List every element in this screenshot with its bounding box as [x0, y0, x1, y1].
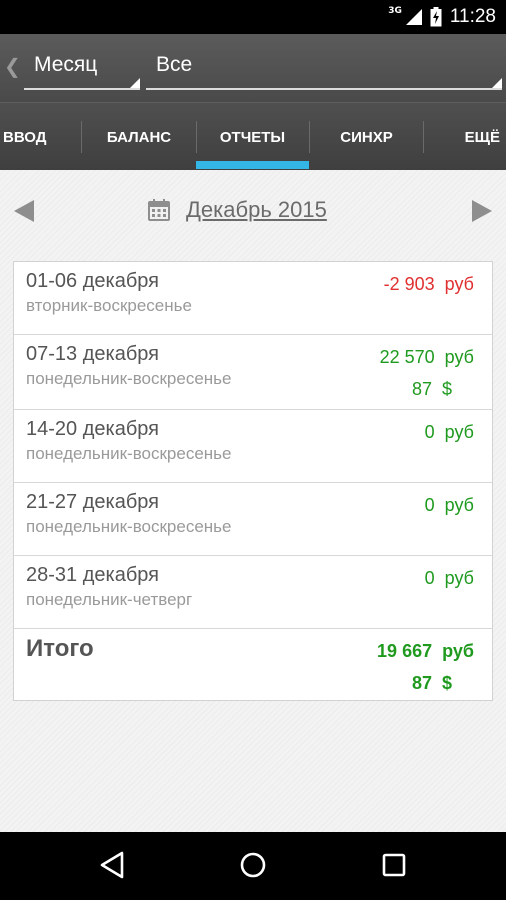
week-amount-rub: -2 903 руб: [383, 274, 474, 294]
weekly-report-card: 01-06 декабря вторник-воскресенье -2 903…: [13, 261, 493, 701]
action-bar: ❮ Месяц Все: [0, 34, 506, 102]
filter-spinner[interactable]: Все: [146, 46, 502, 90]
week-row[interactable]: 28-31 декабря понедельник-четверг 0 руб: [14, 556, 492, 629]
tab-sync[interactable]: СИНХР: [310, 103, 423, 171]
tab-more[interactable]: ЕЩЁ: [424, 103, 506, 171]
next-month-arrow-icon[interactable]: [472, 200, 492, 222]
total-amount-usd: 87 $: [411, 673, 452, 693]
week-row[interactable]: 01-06 декабря вторник-воскресенье -2 903…: [14, 262, 492, 335]
week-row[interactable]: 21-27 декабря понедельник-воскресенье 0 …: [14, 483, 492, 556]
week-row[interactable]: 14-20 декабря понедельник-воскресенье 0 …: [14, 410, 492, 483]
filter-spinner-value: Все: [156, 53, 193, 76]
week-range: 21-27 декабря: [26, 491, 159, 513]
clock: 11:28: [449, 6, 496, 27]
tab-input[interactable]: ВВОД: [0, 103, 50, 171]
week-range: 01-06 декабря: [26, 270, 159, 292]
recents-icon[interactable]: [379, 850, 409, 880]
week-row[interactable]: 07-13 декабря понедельник-воскресенье 22…: [14, 335, 492, 410]
week-amount-rub: 0 руб: [424, 495, 474, 515]
back-icon[interactable]: [98, 850, 128, 880]
filter-spinner-underline: [146, 88, 502, 90]
home-icon[interactable]: [238, 850, 268, 880]
week-days: понедельник-четверг: [26, 590, 193, 609]
month-title[interactable]: Декабрь 2015: [186, 197, 327, 223]
period-spinner-underline: [24, 88, 140, 90]
total-amount-rub: 19 667 руб: [377, 641, 474, 661]
back-chevron-icon[interactable]: ❮: [4, 54, 21, 78]
period-spinner-value: Месяц: [34, 53, 98, 76]
tab-balance[interactable]: БАЛАНС: [82, 103, 196, 171]
week-range: 28-31 декабря: [26, 564, 159, 586]
dropdown-corner-icon: [492, 78, 502, 88]
week-amount-rub: 22 570 руб: [379, 347, 474, 367]
status-bar: 3G 11:28: [0, 0, 506, 34]
signal-icon: [405, 9, 422, 25]
total-label: Итого: [26, 635, 94, 662]
week-days: вторник-воскресенье: [26, 296, 192, 315]
previous-month-arrow-icon[interactable]: [14, 200, 34, 222]
week-range: 14-20 декабря: [26, 418, 159, 440]
tab-bar: ВВОД БАЛАНС ОТЧЕТЫ СИНХР ЕЩЁ: [0, 102, 506, 170]
week-days: понедельник-воскресенье: [26, 369, 232, 388]
network-type: 3G: [388, 6, 402, 16]
battery-charging-icon: [430, 7, 442, 27]
month-navigator: Декабрь 2015: [0, 170, 506, 252]
calendar-icon[interactable]: [148, 199, 170, 221]
week-range: 07-13 декабря: [26, 343, 159, 365]
system-nav-bar: [0, 832, 506, 900]
week-amount-rub: 0 руб: [424, 422, 474, 442]
week-days: понедельник-воскресенье: [26, 444, 232, 463]
week-days: понедельник-воскресенье: [26, 517, 232, 536]
week-amount-rub: 0 руб: [424, 568, 474, 588]
dropdown-corner-icon: [130, 78, 140, 88]
week-amount-usd: 87 $: [411, 379, 452, 399]
total-row: Итого 19 667 руб 87 $: [14, 629, 492, 701]
period-spinner[interactable]: Месяц: [24, 46, 140, 90]
reports-content: Декабрь 2015 01-06 декабря вторник-воскр…: [0, 170, 506, 832]
selected-tab-indicator: [196, 161, 309, 169]
